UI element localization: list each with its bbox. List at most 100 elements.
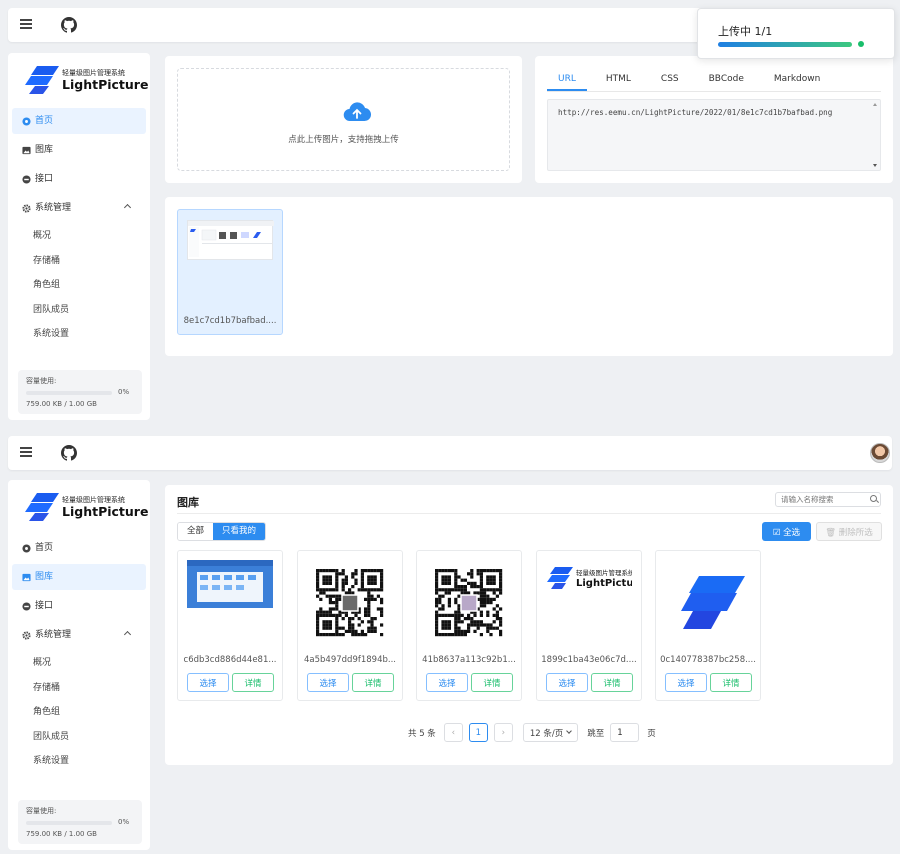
upload-result-card: 8e1c7cd1b7bafbad.... [165,197,893,356]
image-card[interactable]: 轻量级图片管理系统 LightPicture 1899c1ba43e06c7d.… [536,550,642,701]
sidebar-item-home[interactable]: 首页 [12,535,146,561]
chevron-up-icon [123,630,132,639]
top-header [8,436,892,470]
select-button[interactable]: 选择 [307,673,349,692]
select-all-label: 全选 [783,527,801,538]
detail-button[interactable]: 详情 [232,673,274,692]
sidebar-item-label: 系统管理 [35,203,72,213]
search-input[interactable] [775,492,881,507]
github-icon[interactable] [61,17,77,33]
menu-icon[interactable] [20,19,32,29]
uploaded-image-name: 8e1c7cd1b7bafbad.... [183,316,277,326]
sidebar-item-label: 图库 [35,145,54,155]
storage-percent: 0% [118,388,130,396]
tab-markdown[interactable]: Markdown [763,70,831,91]
sidebar-subitem-overview[interactable]: 概况 [8,651,150,676]
ownership-filter: 全部 只看我的 [177,522,267,541]
image-name: 1899c1ba43e06c7d.... [541,655,637,665]
prev-page-button[interactable]: ‹ [443,723,463,742]
sidebar-item-label: 图库 [35,572,54,582]
sidebar-item-api[interactable]: 接口 [12,166,146,192]
tab-css[interactable]: CSS [650,70,690,91]
jump-label: 跳至 [587,728,605,739]
pagination-total: 共 5 条 [408,728,436,739]
image-name: 41b8637a113c92b1... [422,655,516,665]
upload-dropzone[interactable]: 点此上传图片，支持拖拽上传 [177,68,510,171]
gallery-card: 图库 全部 只看我的 ☑ 全选 🗑 删除所选 c6db3cd886d44e81.… [165,485,893,765]
image-card[interactable]: 0c140778387bc258.... 选择 详情 [655,550,761,701]
sidebar-item-label: 首页 [35,116,54,126]
sidebar-item-gallery[interactable]: 图库 [12,137,146,163]
sidebar-subitem-roles[interactable]: 角色组 [8,273,150,298]
detail-button[interactable]: 详情 [591,673,633,692]
sidebar-item-gallery[interactable]: 图库 [12,564,146,590]
sidebar-subitem-settings[interactable]: 系统设置 [8,749,150,774]
sidebar-subitem-members[interactable]: 团队成员 [8,298,150,323]
sidebar-subitem-roles[interactable]: 角色组 [8,700,150,725]
divider [177,513,881,514]
brand-name: LightPicture [62,77,149,92]
jump-page-input[interactable] [610,723,640,742]
tab-html[interactable]: HTML [595,70,642,91]
sidebar-item-api[interactable]: 接口 [12,593,146,619]
link-output[interactable]: http://res.eemu.cn/LightPicture/2022/01/… [547,99,881,171]
sidebar-item-system[interactable]: 系统管理 [12,622,146,648]
image-thumbnail [307,560,393,646]
dashboard-icon [22,543,31,553]
select-all-button[interactable]: ☑ 全选 [762,522,811,541]
filter-all-button[interactable]: 全部 [178,523,214,540]
upload-progress-toast: 上传中 1/1 [697,8,895,59]
image-thumbnail [665,560,751,646]
sidebar-subitem-settings[interactable]: 系统设置 [8,322,150,347]
detail-button[interactable]: 详情 [710,673,752,692]
image-name: 4a5b497dd9f1894b... [304,655,396,665]
github-icon[interactable] [61,445,77,461]
select-button[interactable]: 选择 [187,673,229,692]
brand-name: LightPicture [62,504,149,519]
link-tabs: URL HTML CSS BBCode Markdown [547,70,881,92]
image-card[interactable]: c6db3cd886d44e81... 选择 详情 [177,550,283,701]
page-size-select[interactable]: 12 条/页 [522,723,579,742]
upload-page: 轻量级图片管理系统 LightPicture 首页 图库 接口 系统管理 概况 [0,0,900,428]
delete-selected-label: 删除所选 [838,527,873,538]
logo-image-name: LightPicture [576,578,632,589]
sidebar-subitem-buckets[interactable]: 存储桶 [8,676,150,701]
avatar[interactable] [870,443,890,463]
sidebar-subitem-overview[interactable]: 概况 [8,224,150,249]
menu-icon[interactable] [20,447,32,457]
image-card[interactable]: 41b8637a113c92b1... 选择 详情 [416,550,522,701]
gear-icon [22,203,31,213]
api-icon [22,601,31,611]
logo-text-image: 轻量级图片管理系统 LightPicture [546,560,632,646]
screenshot-thumbnail-icon [188,221,274,257]
scroll-up-arrow[interactable] [873,103,877,106]
select-button[interactable]: 选择 [546,673,588,692]
sidebar-item-system[interactable]: 系统管理 [12,195,146,221]
image-card[interactable]: 4a5b497dd9f1894b... 选择 详情 [297,550,403,701]
scroll-down-arrow[interactable] [873,164,877,167]
uploaded-image-card[interactable]: 8e1c7cd1b7bafbad.... [177,209,283,335]
storage-progress-bar [26,391,112,395]
select-button[interactable]: 选择 [665,673,707,692]
detail-button[interactable]: 详情 [471,673,513,692]
next-page-button[interactable]: › [493,723,513,742]
logo-mark-image [665,560,751,646]
sidebar-subitem-buckets[interactable]: 存储桶 [8,249,150,274]
select-button[interactable]: 选择 [426,673,468,692]
image-thumbnail [426,560,512,646]
sidebar-item-home[interactable]: 首页 [12,108,146,134]
image-icon [22,146,31,154]
delete-selected-button[interactable]: 🗑 删除所选 [816,522,882,541]
detail-button[interactable]: 详情 [352,673,394,692]
sidebar-subitem-members[interactable]: 团队成员 [8,725,150,750]
filter-mine-button[interactable]: 只看我的 [213,523,266,540]
search-icon[interactable] [870,495,877,502]
tab-bbcode[interactable]: BBCode [698,70,755,91]
screenshot-thumbnail-icon [187,560,273,646]
tab-url[interactable]: URL [547,70,587,91]
page-number-button[interactable]: 1 [468,723,488,742]
page-size-value: 12 条/页 [529,728,564,739]
storage-progress-bar [26,821,112,825]
brand-logo[interactable]: 轻量级图片管理系统 LightPicture [25,65,149,95]
brand-logo[interactable]: 轻量级图片管理系统 LightPicture [25,492,149,522]
